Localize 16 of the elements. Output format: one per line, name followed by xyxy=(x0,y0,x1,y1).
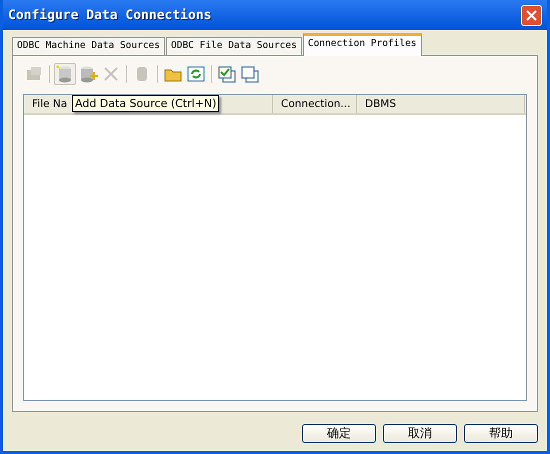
checked-windows-icon xyxy=(217,64,237,84)
tab[interactable]: ODBC Machine Data Sources xyxy=(12,37,165,55)
close-button[interactable] xyxy=(521,4,542,26)
windows-icon xyxy=(240,64,260,84)
tooltip: Add Data Source (Ctrl+N) xyxy=(72,95,220,112)
tab[interactable]: Connection Profiles xyxy=(302,33,422,56)
database-plus-icon xyxy=(78,64,98,84)
dialog-button[interactable]: 确定 xyxy=(302,424,376,443)
column-header[interactable]: Connection... xyxy=(273,95,357,113)
refresh-icon xyxy=(186,64,206,84)
window-title: Configure Data Connections xyxy=(8,8,212,22)
dialog-button[interactable]: 帮助 xyxy=(464,424,538,443)
dialog-button[interactable]: 取消 xyxy=(383,424,457,443)
tab[interactable]: ODBC File Data Sources xyxy=(166,37,302,55)
column-header[interactable]: DBMS xyxy=(357,95,525,113)
close-icon xyxy=(526,10,537,20)
